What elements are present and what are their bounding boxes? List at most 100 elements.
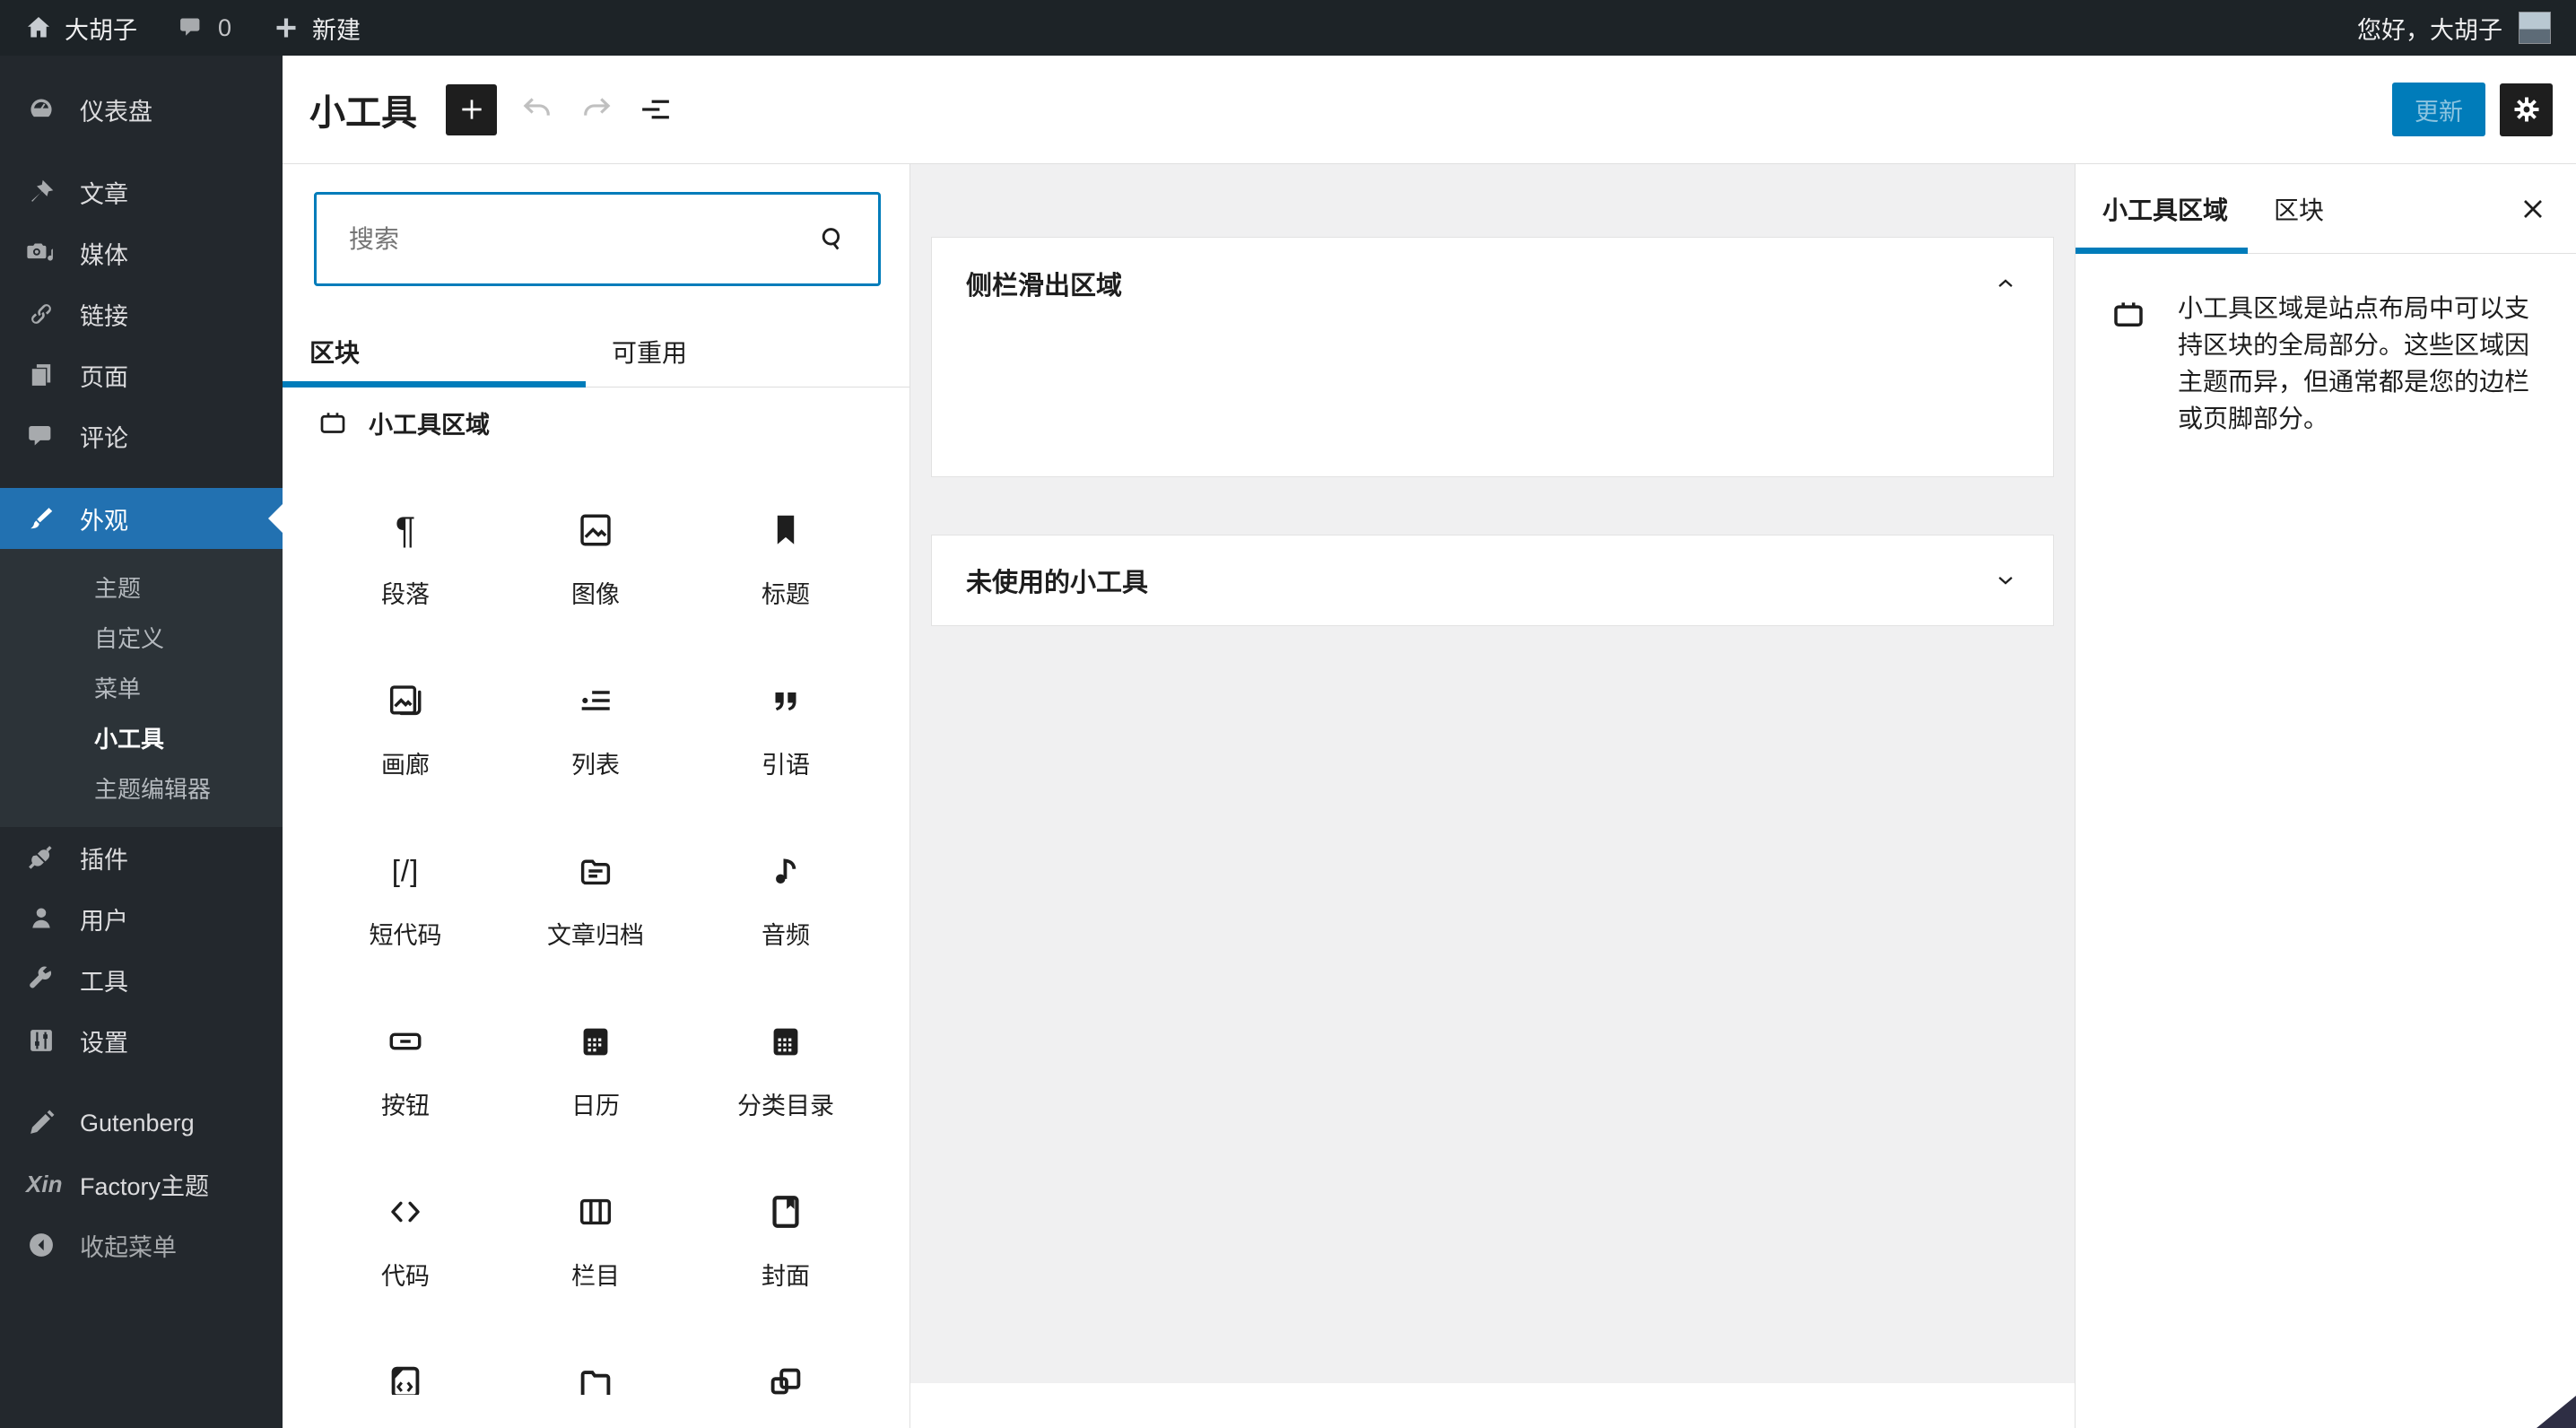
comment-icon (29, 425, 51, 446)
block-item-cover[interactable]: 封面 (691, 1171, 881, 1342)
calendar-icon (575, 1021, 616, 1062)
submenu-customize[interactable]: 自定义 (0, 612, 283, 662)
widget-area-inactive: 未使用的小工具 (931, 535, 2054, 626)
widget-area-icon (2114, 302, 2143, 327)
sidebar-item-gutenberg[interactable]: Gutenberg (0, 1093, 283, 1154)
block-item-audio[interactable]: 音频 (691, 831, 881, 1001)
admin-bar: 大胡子 0 新建 您好，大胡子 (0, 0, 2576, 56)
new-label: 新建 (312, 16, 361, 44)
block-item-gallery[interactable]: 画廊 (310, 660, 500, 831)
paintbrush-icon (30, 508, 53, 529)
block-inserter-panel: 区块 可重用 小工具区域 ¶ 段落 图像 标题 画廊 列表 引语 (283, 164, 910, 1428)
block-grid: ¶ 段落 图像 标题 画廊 列表 引语 [/] 短代码 文章归档 音频 按钮 日… (310, 490, 881, 1395)
block-item-quote[interactable]: 引语 (691, 660, 881, 831)
sidebar-item-posts[interactable]: 文章 (0, 161, 283, 222)
chevron-up-icon (1998, 279, 2013, 287)
block-item-columns[interactable]: 栏目 (500, 1171, 691, 1342)
submenu-menus[interactable]: 菜单 (0, 662, 283, 712)
tab-widget-areas[interactable]: 小工具区域 (2102, 164, 2228, 254)
sidebar-item-dashboard[interactable]: 仪表盘 (0, 79, 283, 140)
wrench-icon (30, 966, 51, 988)
widget-area-title: 侧栏滑出区域 (966, 272, 1123, 300)
cover-icon (765, 1191, 806, 1232)
quote-icon (765, 680, 806, 721)
plugin-icon (29, 846, 52, 869)
block-item-custom-html[interactable] (310, 1342, 500, 1395)
code-icon (385, 1191, 426, 1232)
admin-sidebar: 仪表盘 文章 媒体 链接 页面 评论 外观 主题 自定义 菜单 小工具 主题编辑… (0, 56, 283, 1428)
sidebar-label: Factory主题 (80, 1172, 210, 1200)
sidebar-label: 页面 (80, 363, 128, 391)
comments-bubble[interactable]: 0 (178, 14, 231, 42)
block-item-button[interactable]: 按钮 (310, 1001, 500, 1171)
tab-reusable[interactable]: 可重用 (612, 316, 687, 387)
block-item-file[interactable] (500, 1342, 691, 1395)
block-item-shortcode[interactable]: [/] 短代码 (310, 831, 500, 1001)
columns-icon (575, 1191, 616, 1232)
home-icon (28, 17, 49, 38)
categories-icon (765, 1021, 806, 1062)
update-button[interactable]: 更新 (2392, 83, 2485, 136)
inserter-tabs: 区块 可重用 (283, 316, 909, 387)
sliders-icon (30, 1030, 52, 1051)
submenu-theme-editor[interactable]: 主题编辑器 (0, 762, 283, 813)
sidebar-item-xin-factory[interactable]: Xin Factory主题 (0, 1154, 283, 1215)
block-item-paragraph[interactable]: ¶ 段落 (310, 490, 500, 660)
active-menu-arrow (268, 504, 283, 533)
block-item-archives[interactable]: 文章归档 (500, 831, 691, 1001)
appearance-submenu: 主题 自定义 菜单 小工具 主题编辑器 (0, 549, 283, 827)
sidebar-item-media[interactable]: 媒体 (0, 222, 283, 283)
block-item-heading[interactable]: 标题 (691, 490, 881, 660)
block-item-calendar[interactable]: 日历 (500, 1001, 691, 1171)
block-inserter-toggle-button[interactable] (446, 83, 497, 135)
settings-sidebar: 小工具区域 区块 小工具区域是站点布局中可以支持区块的全局部分。这些区域因主题而… (2075, 164, 2576, 1428)
block-item-categories[interactable]: 分类目录 (691, 1001, 881, 1171)
widget-area-header[interactable]: 侧栏滑出区域 (932, 238, 2053, 329)
sidebar-label: 仪表盘 (80, 98, 152, 126)
gear-icon (2514, 97, 2538, 122)
sidebar-item-plugins[interactable]: 插件 (0, 827, 283, 888)
comment-icon (180, 18, 200, 36)
new-content-menu[interactable]: 新建 (273, 11, 361, 46)
sidebar-label: 媒体 (80, 241, 128, 269)
sidebar-item-pages[interactable]: 页面 (0, 344, 283, 405)
block-item-image[interactable]: 图像 (500, 490, 691, 660)
active-tab-underline (283, 381, 586, 387)
submenu-themes[interactable]: 主题 (0, 562, 283, 612)
widget-area-section-header: 小工具区域 (317, 405, 490, 440)
settings-toggle-button[interactable] (2500, 83, 2553, 136)
desktop-corner-artifact (2537, 1396, 2576, 1428)
submenu-widgets[interactable]: 小工具 (0, 712, 283, 762)
block-item-group[interactable] (691, 1342, 881, 1395)
plus-icon (276, 18, 296, 38)
widget-area-title: 未使用的小工具 (966, 569, 1149, 597)
widget-area-header[interactable]: 未使用的小工具 (932, 536, 2053, 625)
sidebar-item-appearance[interactable]: 外观 (0, 488, 283, 549)
site-menu[interactable]: 大胡子 (25, 11, 137, 46)
image-icon (575, 509, 616, 551)
sidebar-item-users[interactable]: 用户 (0, 888, 283, 949)
redo-icon[interactable] (578, 91, 615, 128)
tab-block[interactable]: 区块 (2274, 164, 2324, 254)
gallery-icon (385, 680, 426, 721)
avatar[interactable] (2519, 12, 2551, 44)
sidebar-item-settings[interactable]: 设置 (0, 1010, 283, 1071)
widget-area-icon (320, 413, 345, 433)
chevron-down-icon (1998, 577, 2013, 585)
sidebar-label: 评论 (80, 424, 128, 452)
sidebar-item-tools[interactable]: 工具 (0, 949, 283, 1010)
widget-areas-canvas: 侧栏滑出区域 未使用的小工具 (910, 164, 2075, 1383)
list-view-icon[interactable] (637, 91, 674, 128)
inspector-tabs: 小工具区域 区块 (2076, 164, 2576, 254)
sidebar-item-comments[interactable]: 评论 (0, 405, 283, 466)
undo-icon[interactable] (518, 91, 556, 128)
section-title: 小工具区域 (369, 411, 490, 439)
tab-blocks[interactable]: 区块 (309, 316, 360, 387)
block-item-list[interactable]: 列表 (500, 660, 691, 831)
collapse-menu-button[interactable]: 收起菜单 (0, 1215, 283, 1276)
sidebar-item-links[interactable]: 链接 (0, 283, 283, 344)
block-item-code[interactable]: 代码 (310, 1171, 500, 1342)
block-search-input[interactable] (317, 224, 815, 254)
user-greeting[interactable]: 您好，大胡子 (2357, 11, 2502, 46)
close-icon[interactable] (2517, 193, 2549, 225)
